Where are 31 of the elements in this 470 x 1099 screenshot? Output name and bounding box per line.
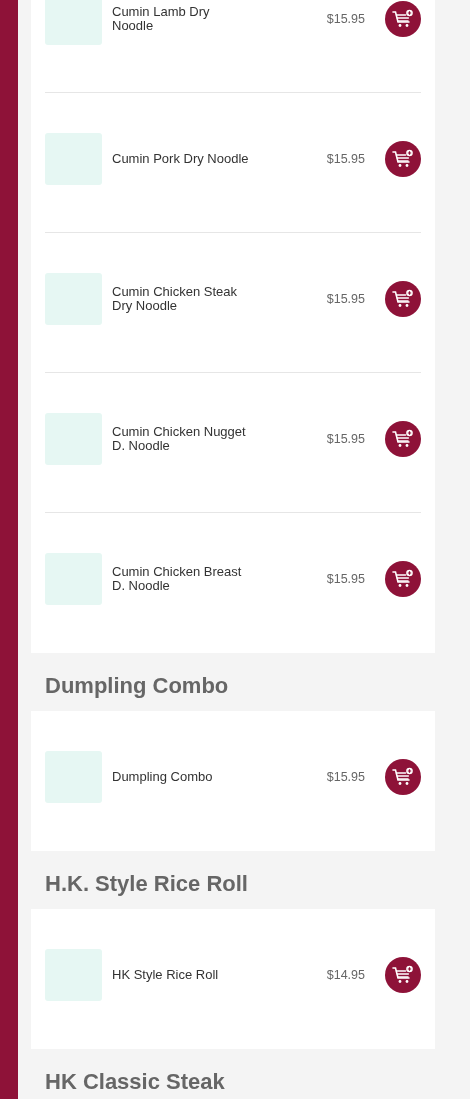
item-thumbnail [45, 751, 102, 803]
add-to-cart-button[interactable] [385, 140, 421, 177]
item-price: $15.95 [326, 11, 365, 26]
item-name: Cumin Chicken Breast D. Noodle [112, 565, 243, 593]
add-to-cart-button[interactable] [385, 561, 421, 597]
item-thumbnail [45, 553, 102, 605]
add-to-cart-button[interactable] [385, 280, 421, 317]
item-price: $15.95 [326, 151, 365, 166]
add-to-cart-button[interactable] [385, 957, 421, 993]
item-price: $15.95 [326, 572, 365, 586]
item-price: $15.95 [326, 770, 365, 784]
add-to-cart-button[interactable] [385, 759, 421, 795]
category-heading: H.K. Style Rice Roll [44, 870, 249, 898]
add-to-cart-button[interactable] [385, 0, 421, 37]
item-price: $14.95 [326, 968, 365, 982]
item-name: Cumin Lamb Dry Noodle [112, 4, 211, 33]
item-thumbnail [45, 0, 102, 45]
item-thumbnail [45, 949, 102, 1001]
add-to-cart-button[interactable] [385, 420, 421, 457]
item-name: Cumin Chicken Steak Dry Noodle [112, 284, 238, 313]
item-name: HK Style Rice Roll [112, 968, 220, 982]
category-heading: Dumpling Combo [44, 672, 230, 700]
item-thumbnail [45, 412, 102, 465]
item-price: $15.95 [326, 431, 365, 446]
item-thumbnail [45, 272, 102, 325]
item-price: $15.95 [326, 291, 365, 306]
item-name: Cumin Chicken Nugget D. Noodle [112, 424, 247, 453]
item-name: Cumin Pork Dry Noodle [112, 151, 250, 166]
category-heading: HK Classic Steak [44, 1068, 226, 1096]
item-name: Dumpling Combo [112, 770, 214, 784]
item-thumbnail [45, 132, 102, 185]
